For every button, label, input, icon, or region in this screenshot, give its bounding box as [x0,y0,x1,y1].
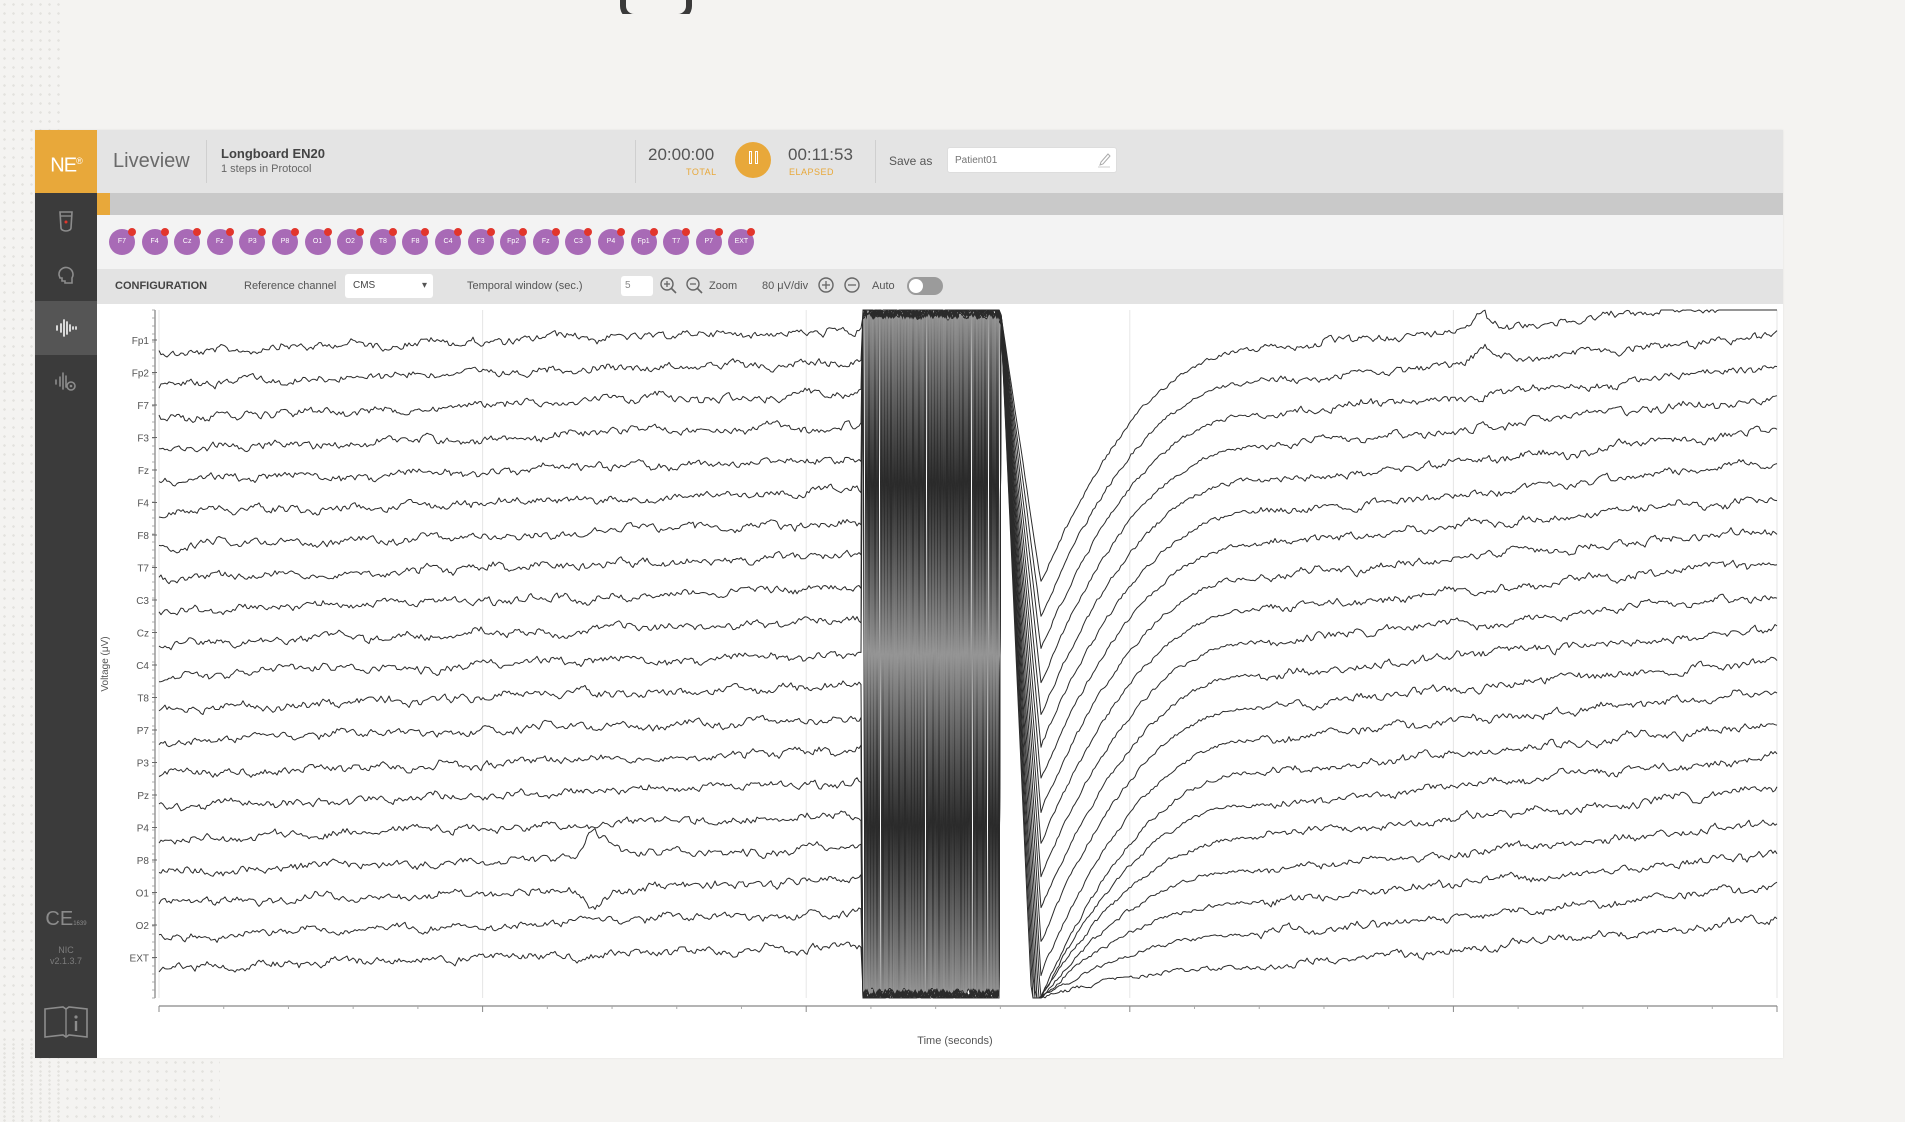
electrode-chip[interactable]: P3 [239,228,267,255]
pause-button[interactable] [735,142,771,178]
elapsed-time: 00:11:53 [788,145,853,164]
page-title: Liveview [113,150,190,172]
sidebar: NE® CE1639 NIC v2.1.3.7 [35,130,97,1058]
electrode-chip[interactable]: Fp2 [500,228,528,255]
channel-label: F4 [137,499,149,510]
ce-mark: CE1639 [45,908,87,930]
eeg-chart: Fp1 Fp2 F7 F3 Fz F4 F8 T7 C3 Cz C4 T8 P7 P3 Pz P4 P8 O1 O2… [97,304,1783,1058]
electrode-chip[interactable]: P8 [272,228,299,255]
electrode-chip[interactable]: F7 [109,228,136,255]
waveform-icon [56,319,77,337]
electrode-chip[interactable]: O1 [304,228,332,255]
electrode-chip[interactable]: O2 [337,228,365,255]
elapsed-time-label: ELAPSED [789,167,835,177]
divider [635,140,636,183]
eeg-plot: Fp1 Fp2 F7 F3 Fz F4 F8 T7 C3 Cz C4 T8 P7 P3 Pz P4 P8 O1 O2… [100,309,1778,1047]
page-heading-fragment [620,0,700,14]
top-header: Liveview Longboard EN20 1 steps in Proto… [97,130,1783,193]
device-icon [59,211,73,232]
scale-label: 80 μV/div [762,280,809,292]
waveform-settings-icon [55,372,76,391]
electrode-status-bar: F7 F4 Cz Fz P3 P8 O1 O2 T8 F8 C4 F3 Fp2 Fz C3 P4 Fp1 T7 P7… [97,215,1783,269]
electrode-chip[interactable]: F3 [467,228,495,255]
x-axis-label: Time (seconds) [917,1035,992,1047]
total-time-label: TOTAL [686,167,717,177]
save-as-label: Save as [889,154,933,168]
channel-label: O2 [136,921,150,932]
channel-label: Pz [137,791,149,802]
electrode-chip[interactable]: C3 [565,228,593,255]
reference-channel-select[interactable]: CMS [345,274,433,298]
total-time: 20:00:00 [648,145,715,164]
temporal-window-label: Temporal window (sec.) [467,280,583,292]
y-axis-label: Voltage (μV) [100,636,111,691]
software-version: NIC v2.1.3.7 [49,945,83,966]
divider [206,140,207,183]
zoom-out-icon[interactable] [685,276,705,296]
electrode-chip[interactable]: F4 [141,228,169,255]
eeg-trace-p3 [158,309,1778,999]
manual-icon[interactable] [43,1005,89,1039]
head-icon [58,266,74,284]
configuration-bar: CONFIGURATION Reference channel CMS Temp… [97,269,1783,304]
electrode-chip[interactable]: EXT [728,228,756,255]
channel-label: Fz [138,466,149,477]
save-as-input[interactable] [953,148,1097,172]
channel-label: F3 [137,434,149,445]
protocol-steps: 1 steps in Protocol [221,163,312,175]
configuration-title: CONFIGURATION [115,280,208,292]
channel-label: C4 [136,661,149,672]
app-window: NE® CE1639 NIC v2.1.3.7 Liveview Longboar… [35,130,1783,1058]
electrode-chip[interactable]: T7 [663,228,691,255]
auto-label: Auto [872,280,895,292]
electrode-chip[interactable]: Fz [532,228,560,255]
channel-label: T7 [137,564,149,575]
channel-label: Fp2 [132,369,150,380]
app-logo[interactable]: NE® [35,130,97,193]
temporal-window-input[interactable]: 5 [621,276,653,296]
electrode-chip[interactable]: T8 [369,228,397,255]
channel-label: P4 [137,824,150,835]
auto-scale-toggle[interactable] [907,277,943,295]
channel-label: C3 [136,596,149,607]
zoom-label: Zoom [709,280,738,292]
reference-channel-label: Reference channel [244,280,337,292]
channel-label: P7 [137,726,150,737]
sidebar-item-head[interactable] [35,247,97,301]
zoom-in-icon[interactable] [659,276,679,296]
channel-label: F8 [137,531,149,542]
pause-icon [747,151,759,169]
electrode-chip[interactable]: Fp1 [630,228,658,255]
channel-label: F7 [137,401,149,412]
edit-pencil-icon[interactable] [1097,152,1111,168]
electrode-chip[interactable]: P4 [598,228,625,255]
electrode-chip[interactable]: C4 [435,228,462,255]
scale-zoom-out-icon[interactable] [843,276,863,296]
channel-label: P8 [137,856,150,867]
electrode-chip[interactable]: F8 [402,228,430,255]
save-as-field [947,147,1117,173]
divider [875,140,876,183]
channel-label: Fp1 [132,336,150,347]
channel-label: Cz [137,629,149,640]
channel-label: P3 [137,759,150,770]
electrode-chip[interactable]: Fz [206,228,234,255]
channel-label: T8 [137,694,149,705]
session-progress-fill [97,193,111,215]
session-progress-bar [97,193,1783,215]
scale-zoom-in-icon[interactable] [817,276,837,296]
sidebar-item-recordings[interactable] [35,355,97,409]
sidebar-item-liveview[interactable] [35,301,97,355]
channel-label: O1 [136,889,150,900]
electrode-chip[interactable]: P7 [695,228,723,255]
channel-label: EXT [130,954,149,965]
sidebar-item-device[interactable] [35,193,97,247]
protocol-name: Longboard EN20 [221,146,326,161]
electrode-chip[interactable]: Cz [174,228,202,255]
